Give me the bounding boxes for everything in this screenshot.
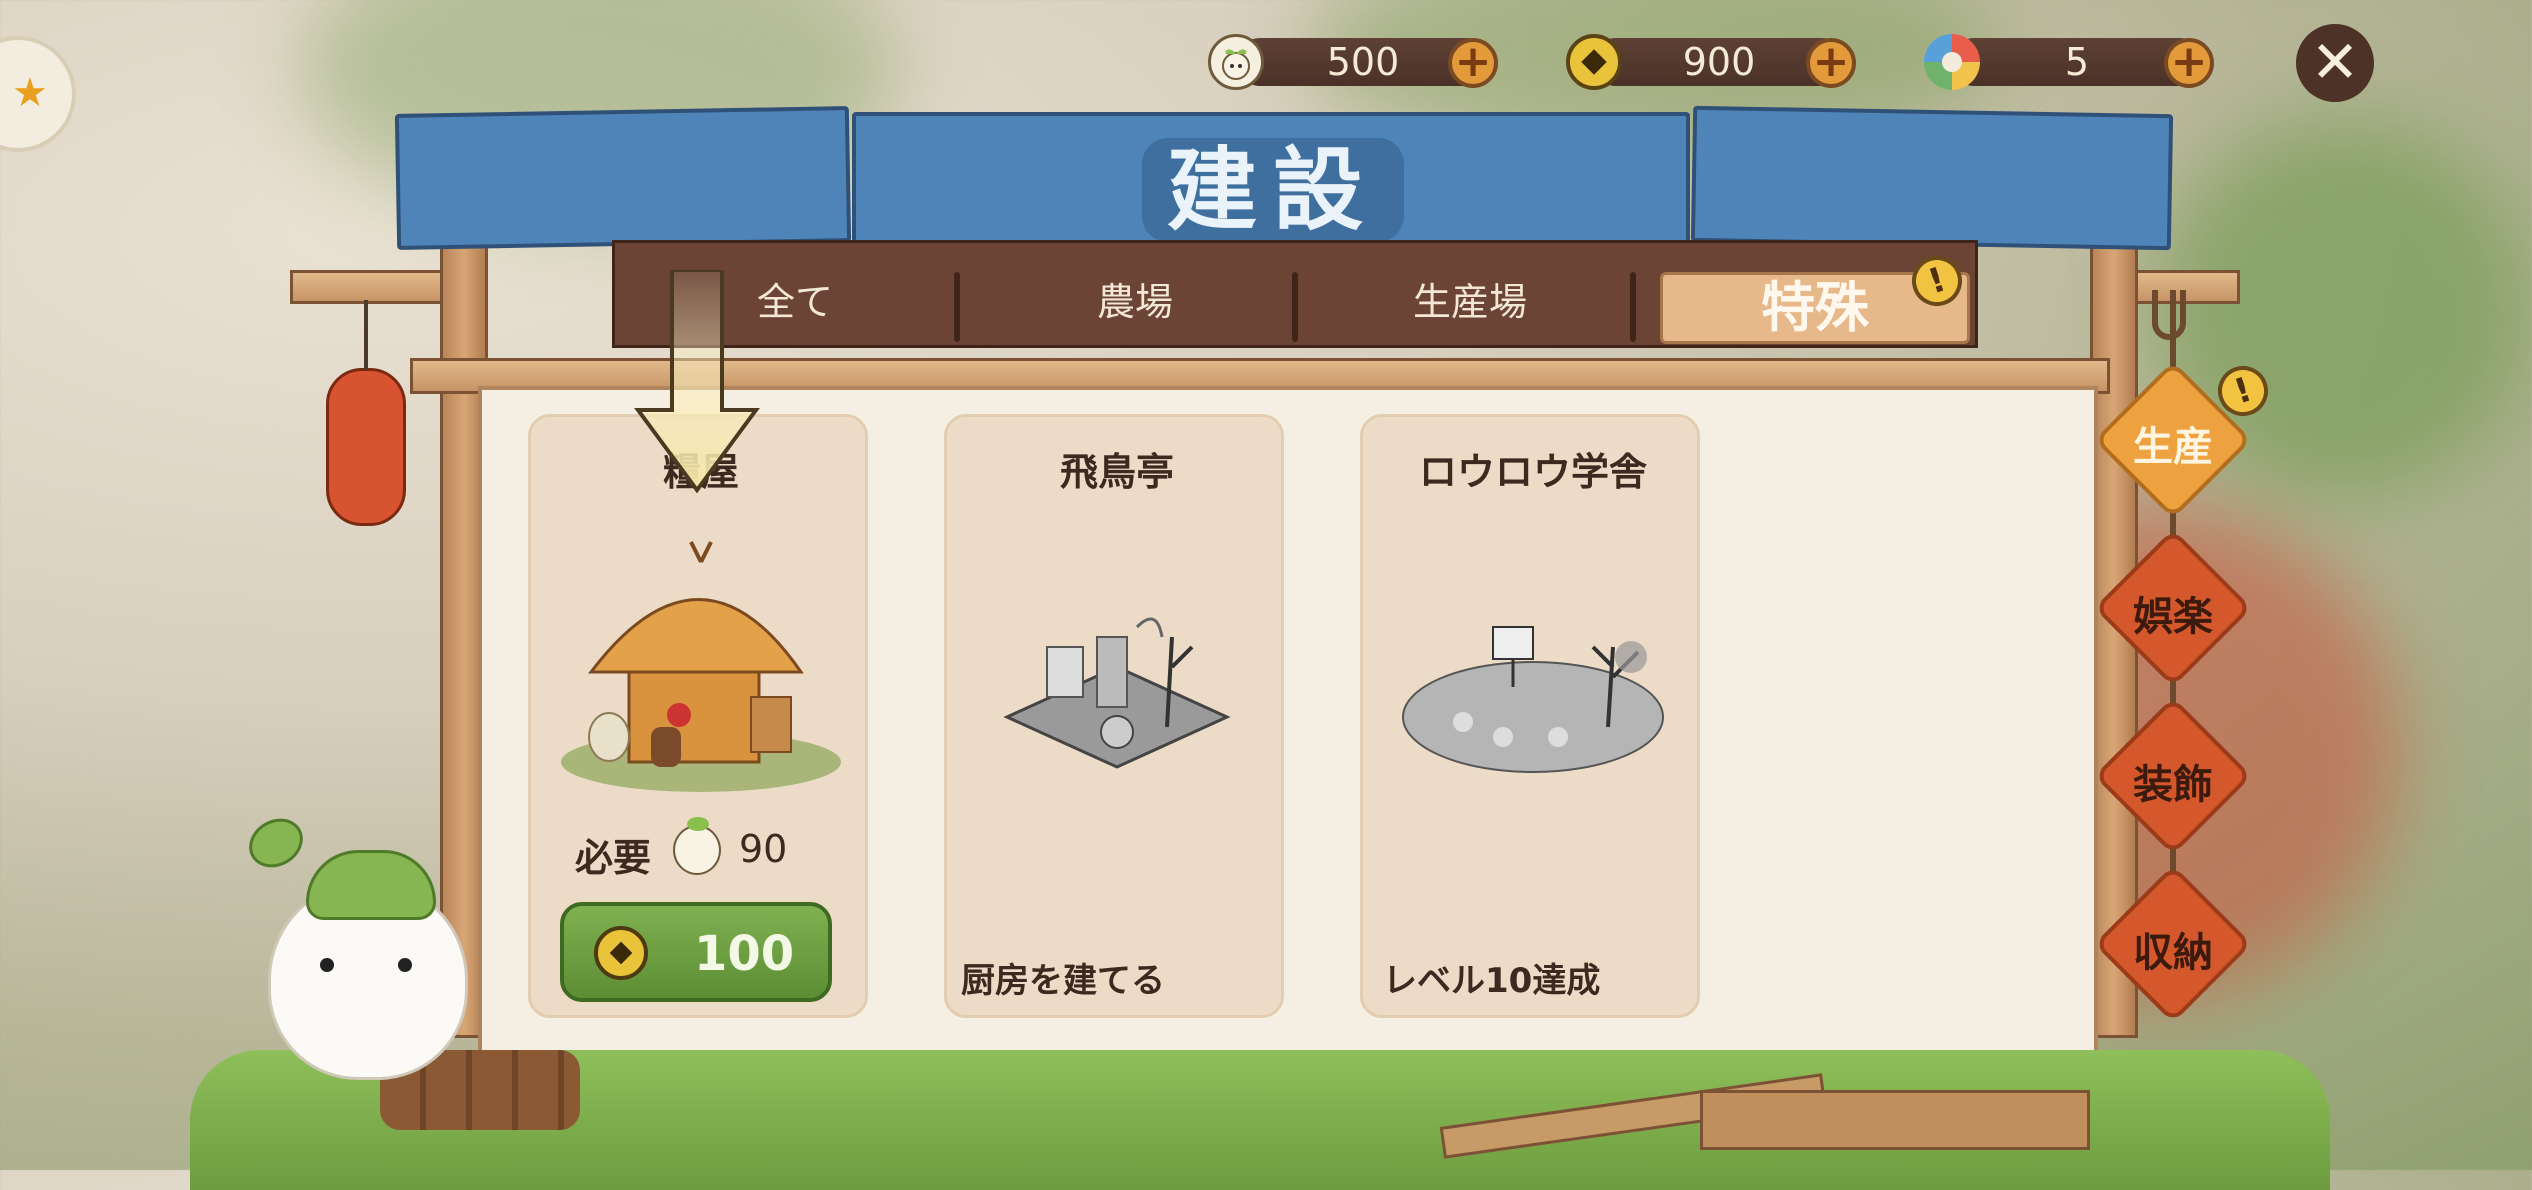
tab-production[interactable]: 生産場: [1320, 262, 1620, 342]
building-card[interactable]: 飛鳥亭 厨房を建てる: [944, 414, 1284, 1018]
granary-hut-illustration: [561, 541, 841, 792]
unlock-condition: 厨房を建てる: [961, 961, 1165, 1001]
tab-separator: [1292, 272, 1298, 342]
wood-plank-stack: [1700, 1090, 2090, 1150]
side-item-label: 生産: [2133, 424, 2213, 470]
build-price: 100: [694, 926, 795, 982]
card-title: ロウロウ学舎: [1418, 450, 1647, 494]
sprout-seed-icon: [673, 817, 721, 875]
side-item-label: 装飾: [2133, 762, 2213, 808]
tab-separator: [954, 272, 960, 342]
side-item-label: 娯楽: [2133, 594, 2213, 640]
tutorial-arrow-icon: [634, 270, 760, 494]
side-beam-left: [290, 270, 450, 304]
build-button[interactable]: 100: [560, 902, 832, 1002]
lantern-string: [364, 300, 368, 370]
building-card[interactable]: ロウロウ学舎 レベル10達成: [1360, 414, 1700, 1018]
school-illustration-locked: [1402, 626, 1664, 773]
add-donut-button[interactable]: +: [2164, 38, 2214, 88]
page-title: 建設: [1142, 138, 1404, 242]
add-seed-button[interactable]: +: [1448, 38, 1498, 88]
unlock-condition: レベル10達成: [1383, 961, 1601, 1001]
event-shortcut-button[interactable]: ★: [0, 36, 76, 152]
hanging-lantern: [326, 368, 406, 526]
card-title: 飛鳥亭: [1059, 450, 1174, 494]
add-coin-button[interactable]: +: [1806, 38, 1856, 88]
coin-icon: [594, 926, 648, 980]
sprout-seed-icon: [1208, 34, 1264, 90]
tab-separator: [1630, 272, 1636, 342]
requirement-value: 90: [739, 827, 788, 871]
star-wand-icon: ★: [12, 70, 48, 116]
requirement-label: 必要: [575, 836, 652, 880]
mascot-character: [240, 809, 478, 1090]
coin-icon: [1566, 34, 1622, 90]
awning-right: [1690, 105, 2174, 251]
rope-hook-icon: [2152, 290, 2186, 340]
donut-ring-icon: [1924, 34, 1980, 90]
tab-farm[interactable]: 農場: [990, 262, 1280, 342]
awning-left: [394, 106, 852, 250]
side-item-label: 収納: [2133, 930, 2213, 976]
close-button[interactable]: ✕: [2296, 24, 2374, 102]
asuka-inn-illustration-locked: [1003, 617, 1231, 769]
